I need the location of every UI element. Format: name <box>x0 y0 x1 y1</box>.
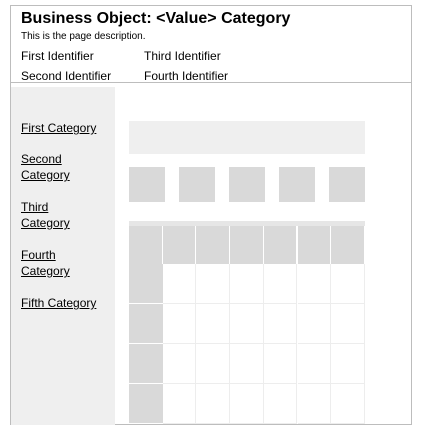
second-identifier: Second Identifier <box>21 69 112 83</box>
grid-cell <box>263 304 298 344</box>
grid-row-header-cell <box>129 304 163 344</box>
page-title: Business Object: <Value> Category <box>21 10 291 27</box>
grid-header-cell <box>162 226 197 264</box>
grid-cell <box>297 344 332 384</box>
category-link-first[interactable]: First Category <box>21 120 111 136</box>
grid-row-header-cell <box>129 384 163 424</box>
page-description: This is the page description. <box>21 31 146 42</box>
content-placeholder-tile <box>179 167 215 202</box>
category-link-fifth[interactable]: Fifth Category <box>21 295 111 311</box>
category-link-label: Category <box>21 216 70 230</box>
grid-row-header-cell <box>129 264 163 304</box>
grid-cell <box>297 304 332 344</box>
grid-cell <box>162 264 197 304</box>
category-link-label: Category <box>21 168 70 182</box>
category-link-fourth[interactable]: Fourth Category <box>21 247 111 279</box>
category-sidebar: First Category Second Category Third Cat… <box>11 87 115 425</box>
grid-cell <box>196 344 231 384</box>
third-identifier: Third Identifier <box>144 49 221 63</box>
grid-cell <box>331 384 365 424</box>
grid-cell <box>230 344 264 384</box>
content-placeholder-tile <box>129 167 165 202</box>
grid-cell <box>162 344 197 384</box>
category-link-second[interactable]: Second Category <box>21 151 111 183</box>
category-link-third[interactable]: Third Category <box>21 199 111 231</box>
content-placeholder-banner <box>129 121 365 154</box>
grid-header-cell <box>230 226 264 264</box>
grid-header-cell <box>331 226 365 264</box>
category-link-label: Second <box>21 152 62 166</box>
category-link-label: Category <box>21 264 70 278</box>
category-link-label: Third <box>21 200 49 214</box>
grid-cell <box>263 384 298 424</box>
category-link-label: Fourth <box>21 248 56 262</box>
category-link-label: Fifth Category <box>21 296 97 310</box>
grid-cell <box>162 384 197 424</box>
grid-cell <box>230 384 264 424</box>
grid-cell <box>331 304 365 344</box>
grid-cell <box>297 264 332 304</box>
grid-header-cell <box>263 226 298 264</box>
grid-cell <box>196 384 231 424</box>
grid-header-cell <box>196 226 231 264</box>
content-placeholder-tile <box>329 167 365 202</box>
header-divider <box>11 82 411 83</box>
grid-cell <box>230 264 264 304</box>
content-placeholder-tile <box>229 167 265 202</box>
grid-cell <box>230 304 264 344</box>
grid-cell <box>331 264 365 304</box>
grid-header-cell <box>129 226 163 264</box>
grid-cell <box>331 344 365 384</box>
grid-cell <box>162 304 197 344</box>
grid-cell <box>297 384 332 424</box>
first-identifier: First Identifier <box>21 49 94 63</box>
grid-cell <box>196 264 231 304</box>
grid-cell <box>263 264 298 304</box>
content-placeholder-tile <box>279 167 315 202</box>
fourth-identifier: Fourth Identifier <box>144 69 229 83</box>
page-frame: Business Object: <Value> Category This i… <box>10 5 412 425</box>
grid-row-header-cell <box>129 344 163 384</box>
grid-cell <box>263 344 298 384</box>
grid-header-cell <box>297 226 332 264</box>
category-link-label: First Category <box>21 121 97 135</box>
grid-cell <box>196 304 231 344</box>
